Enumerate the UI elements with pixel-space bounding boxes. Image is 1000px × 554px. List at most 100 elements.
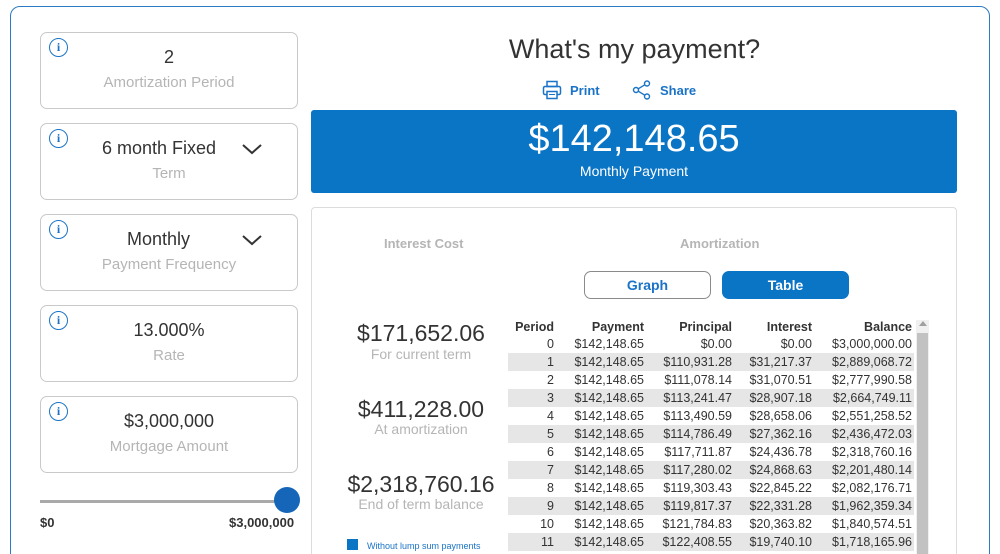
rate-field[interactable]: i 13.000% Rate	[40, 305, 298, 382]
table-cell: $2,201,480.14	[814, 461, 914, 479]
table-cell: $142,148.65	[556, 353, 646, 371]
table-cell: $28,907.18	[734, 389, 814, 407]
term-value[interactable]: 6 month Fixed	[102, 138, 297, 159]
table-row: 9 $142,148.65 $119,817.37 $22,331.28 $1,962,…	[508, 497, 914, 515]
table-cell: 4	[547, 409, 554, 423]
table-header-row: Period Payment Principal Interest Balanc…	[508, 318, 914, 335]
table-cell: $111,078.14	[664, 373, 732, 387]
table-cell: 0	[547, 337, 554, 351]
end-of-term-balance-caption: End of term balance	[358, 496, 484, 512]
column-header-period: Period	[515, 319, 554, 334]
slider-max-label: $3,000,000	[229, 515, 295, 530]
payment-frequency-label: Payment Frequency	[101, 256, 237, 273]
table-row: 11 $142,148.65 $122,408.55 $19,740.10 $1,718…	[508, 533, 914, 551]
table-cell: 10	[540, 517, 554, 531]
info-icon[interactable]: i	[49, 129, 68, 148]
table-cell: $122,408.55	[646, 533, 734, 551]
table-cell: $142,148.65	[574, 373, 644, 387]
table-cell: $20,363.82	[749, 517, 812, 531]
column-header-interest: Interest	[766, 319, 812, 334]
table-cell: $31,070.51	[749, 373, 812, 387]
term-select[interactable]: i 6 month Fixed Term	[40, 123, 298, 200]
column-header-balance: Balance	[864, 319, 912, 334]
table-cell: 3	[508, 389, 556, 407]
table-row: 2 $142,148.65 $111,078.14 $31,070.51 $2,777,…	[508, 371, 914, 389]
table-cell: $31,217.37	[734, 353, 814, 371]
table-cell: 2	[547, 373, 554, 387]
table-cell: $142,148.65	[574, 409, 644, 423]
table-cell: $114,786.49	[646, 425, 734, 443]
table-cell: $110,931.28	[646, 353, 734, 371]
table-cell: 6	[547, 445, 554, 459]
mortgage-amount-field[interactable]: i $3,000,000 Mortgage Amount	[40, 396, 298, 473]
chevron-down-icon[interactable]	[241, 229, 263, 251]
current-term-interest-caption: For current term	[370, 346, 472, 362]
table-cell: $142,148.65	[556, 461, 646, 479]
print-button[interactable]: Print	[542, 79, 600, 101]
rate-label: Rate	[153, 347, 185, 364]
share-icon	[632, 80, 651, 100]
table-cell: $0.00	[780, 337, 812, 351]
table-toggle-button[interactable]: Table	[722, 271, 849, 299]
amortization-period-field[interactable]: i 2 Amortization Period	[40, 32, 298, 109]
mortgage-amount-slider-thumb[interactable]	[274, 487, 300, 513]
table-cell: $121,784.83	[662, 517, 732, 531]
mortgage-amount-value[interactable]: $3,000,000	[41, 411, 297, 432]
table-cell: $2,082,176.71	[832, 481, 912, 495]
table-cell: $142,148.65	[574, 337, 644, 351]
chevron-down-icon[interactable]	[241, 138, 263, 160]
table-cell: $117,280.02	[646, 461, 734, 479]
slider-min-label: $0	[40, 515, 55, 530]
table-row: 0 $142,148.65 $0.00 $0.00 $3,000,000.00	[508, 335, 914, 353]
page-title: What's my payment?	[508, 34, 761, 64]
current-term-interest-amount: $171,652.06	[357, 320, 485, 346]
table-cell: $117,711.87	[664, 445, 732, 459]
table-cell: 11	[508, 533, 556, 551]
table-cell: $24,436.78	[749, 445, 812, 459]
amortization-table: Period Payment Principal Interest Balanc…	[508, 318, 914, 551]
rate-value[interactable]: 13.000%	[41, 320, 297, 341]
table-cell: $119,817.37	[646, 497, 734, 515]
amortization-interest-caption: At amortization	[374, 421, 468, 437]
amortization-heading: Amortization	[680, 236, 760, 251]
column-header-principal: Principal	[679, 319, 732, 334]
table-cell: 9	[508, 497, 556, 515]
table-cell: $19,740.10	[734, 533, 814, 551]
table-scrollbar-thumb[interactable]	[917, 333, 928, 554]
table-cell: 7	[508, 461, 556, 479]
mortgage-amount-label: Mortgage Amount	[109, 438, 229, 455]
table-row: 10 $142,148.65 $121,784.83 $20,363.82 $1,840…	[508, 515, 914, 533]
table-cell: $113,241.47	[646, 389, 734, 407]
table-cell: $2,664,749.11	[814, 389, 914, 407]
table-cell: $119,303.43	[663, 481, 732, 495]
table-cell: $142,148.65	[574, 445, 644, 459]
table-cell: $2,436,472.03	[814, 425, 914, 443]
payment-frequency-select[interactable]: i Monthly Payment Frequency	[40, 214, 298, 291]
column-header-payment: Payment	[591, 319, 644, 334]
payment-banner: $142,148.65 Monthly Payment	[311, 110, 957, 193]
table-cell: $0.00	[700, 337, 732, 351]
table-cell: $142,148.65	[556, 533, 646, 551]
table-cell: $2,318,760.16	[832, 445, 912, 459]
table-cell: $24,868.63	[734, 461, 814, 479]
table-row: 1 $142,148.65 $110,931.28 $31,217.37 $2,889,…	[508, 353, 914, 371]
table-cell: $1,718,165.96	[814, 533, 914, 551]
table-cell: 8	[547, 481, 554, 495]
table-cell: 5	[508, 425, 556, 443]
table-row: 7 $142,148.65 $117,280.02 $24,868.63 $2,201,…	[508, 461, 914, 479]
payment-frequency-value[interactable]: Monthly	[127, 229, 297, 250]
info-icon[interactable]: i	[49, 220, 68, 239]
mortgage-amount-slider-track[interactable]	[40, 500, 288, 503]
scroll-up-arrow-icon[interactable]	[919, 321, 927, 326]
table-cell: $2,551,258.52	[832, 409, 912, 423]
table-cell: $28,658.06	[749, 409, 812, 423]
monthly-payment-amount: $142,148.65	[528, 118, 740, 160]
share-label: Share	[660, 82, 697, 98]
amortization-period-value[interactable]: 2	[41, 47, 297, 68]
amortization-interest-amount: $411,228.00	[357, 396, 485, 422]
graph-toggle-button[interactable]: Graph	[584, 271, 711, 299]
table-cell: $22,331.28	[734, 497, 814, 515]
table-cell: $1,962,359.34	[814, 497, 914, 515]
table-cell: $113,490.59	[663, 409, 732, 423]
share-button[interactable]: Share	[632, 79, 696, 101]
